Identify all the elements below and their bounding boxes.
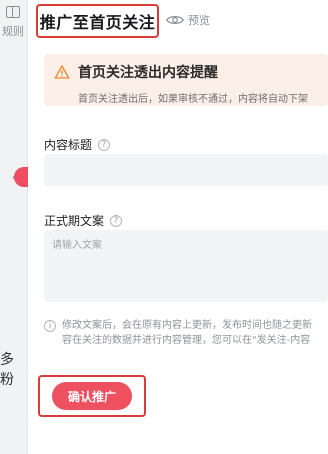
promote-panel: 推广至首页关注 预览 首页关注透出内容提醒 首页关注透出后，如果审核不通过，内容… [28, 0, 328, 454]
rules-icon[interactable] [6, 6, 20, 18]
rules-label: 规则 [2, 25, 24, 38]
preview-label: 预览 [188, 14, 210, 27]
notice-description: 首页关注透出后，如果审核不通过，内容将自动下架 [78, 94, 308, 105]
copy-label: 正式期文案 ? [44, 212, 123, 229]
info-icon: i [44, 320, 56, 332]
title-highlight-box: 推广至首页关注 [36, 4, 159, 38]
background-left-column: 规则 ← 多粉 [0, 0, 28, 454]
confirm-highlight-box: 确认推广 [38, 375, 146, 417]
copy-placeholder: 请输入文案 [52, 240, 102, 251]
copy-textarea[interactable]: 请输入文案 [44, 230, 328, 302]
left-partial-text: 多粉 [0, 352, 14, 388]
tip-line-2: 容在关注的数据并进行内容管理，您可以在"发关注-内容 [62, 335, 311, 346]
red-indicator [14, 167, 28, 187]
help-icon[interactable]: ? [110, 214, 123, 227]
tip-line-1: 修改文案后，会在原有内容上更新，发布时间也随之更新 [62, 320, 312, 331]
content-title-input[interactable] [44, 154, 328, 186]
notice-title: 首页关注透出内容提醒 [78, 65, 218, 81]
warning-icon [54, 64, 70, 79]
tip-text: 修改文案后，会在原有内容上更新，发布时间也随之更新 容在关注的数据并进行内容管理… [62, 318, 312, 348]
help-icon[interactable]: ? [98, 138, 111, 151]
eye-icon [166, 16, 184, 24]
confirm-promote-button[interactable]: 确认推广 [52, 382, 132, 410]
panel-title: 推广至首页关注 [39, 13, 156, 32]
tip-block: i 修改文案后，会在原有内容上更新，发布时间也随之更新 容在关注的数据并进行内容… [44, 318, 328, 348]
notice-box: 首页关注透出内容提醒 首页关注透出后，如果审核不通过，内容将自动下架 [44, 54, 328, 106]
content-title-label: 内容标题 ? [44, 136, 111, 153]
preview-link[interactable]: 预览 [166, 12, 210, 28]
